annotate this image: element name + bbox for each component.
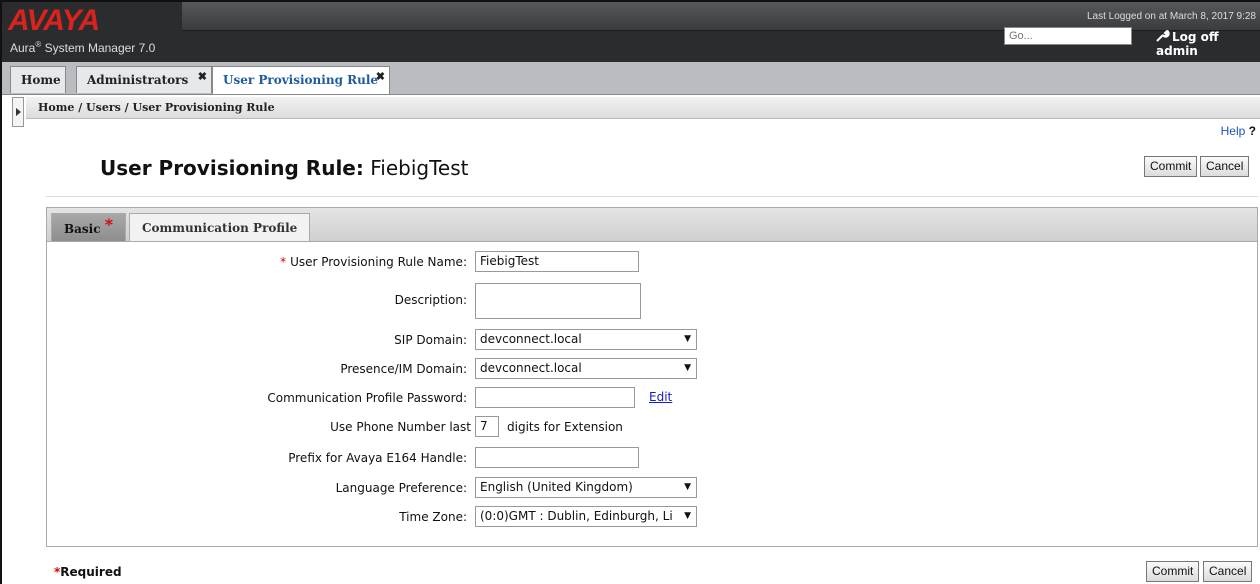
timezone-label: Time Zone:	[399, 510, 467, 524]
timezone-select[interactable]: (0:0)GMT : Dublin, Edinburgh, Li	[475, 506, 697, 527]
divider	[46, 196, 1258, 197]
rule-name-input[interactable]: FiebigTest	[475, 251, 639, 272]
tab-label: User Provisioning Rule	[223, 73, 379, 87]
logoff-button[interactable]: Log off admin	[1156, 29, 1260, 58]
last-login-text: Last Logged on at March 8, 2017 9:28	[1086, 11, 1256, 22]
close-icon[interactable]: ✖	[198, 64, 207, 90]
rule-name-label-text: User Provisioning Rule Name:	[290, 255, 467, 269]
form-row-comm-password: Communication Profile Password: Edit	[47, 387, 1257, 409]
comm-password-input[interactable]	[475, 387, 635, 408]
commit-button-top[interactable]: Commit	[1144, 156, 1198, 177]
form-panel: Basic * Communication Profile * User Prov…	[46, 207, 1258, 547]
breadcrumb: Home / Users / User Provisioning Rule	[26, 97, 1260, 119]
search-input[interactable]	[1004, 27, 1132, 45]
tab-bar: Home Administrators ✖ User Provisioning R…	[2, 62, 1260, 95]
presence-domain-label: Presence/IM Domain:	[340, 362, 467, 376]
tab-user-provisioning-rule[interactable]: User Provisioning Rule ✖	[212, 66, 390, 94]
comm-password-label: Communication Profile Password:	[267, 391, 467, 405]
form-row-sip-domain: SIP Domain: devconnect.local	[47, 329, 1257, 351]
tab-label: Communication Profile	[142, 221, 298, 235]
panel-tab-bar: Basic * Communication Profile	[47, 208, 1257, 242]
tab-basic[interactable]: Basic *	[51, 213, 127, 241]
page-title-label: User Provisioning Rule:	[100, 156, 364, 180]
form-row-phone-digits: Use Phone Number last 7 digits for Exten…	[47, 416, 1257, 438]
tab-communication-profile[interactable]: Communication Profile	[129, 213, 311, 241]
product-name-text: Aura	[10, 41, 36, 55]
rule-name-label: * User Provisioning Rule Name:	[280, 255, 467, 269]
tab-label: Home	[21, 73, 61, 87]
form-row-timezone: Time Zone: (0:0)GMT : Dublin, Edinburgh,…	[47, 506, 1257, 528]
avaya-logo: AVAYA	[8, 4, 100, 37]
cancel-button-top[interactable]: Cancel	[1200, 156, 1250, 177]
language-label: Language Preference:	[335, 481, 467, 495]
required-star: *	[104, 215, 114, 234]
required-note: *Required	[54, 565, 122, 579]
help-link[interactable]: Help ?	[1221, 124, 1256, 138]
sip-domain-label: SIP Domain:	[394, 333, 467, 347]
wrench-icon	[1156, 29, 1170, 42]
help-label: Help	[1220, 124, 1246, 138]
description-textarea[interactable]	[475, 283, 641, 319]
edit-link[interactable]: Edit	[649, 390, 672, 404]
description-label: Description:	[394, 293, 467, 307]
tab-label: Administrators	[87, 73, 189, 87]
phone-digits-input[interactable]: 7	[475, 416, 499, 437]
phone-digits-suffix: digits for Extension	[507, 420, 623, 434]
phone-digits-label: Use Phone Number last	[330, 420, 471, 434]
e164-prefix-label: Prefix for Avaya E164 Handle:	[288, 451, 467, 465]
product-name-rest: System Manager 7.0	[41, 41, 156, 55]
tab-home[interactable]: Home	[10, 66, 66, 93]
sidebar-toggle-button[interactable]	[12, 97, 24, 127]
help-icon: ?	[1248, 124, 1256, 138]
tab-label: Basic	[64, 222, 101, 236]
expand-arrow-icon	[16, 108, 21, 116]
page-title: User Provisioning Rule: FiebigTest	[100, 156, 468, 180]
cancel-button-bottom[interactable]: Cancel	[1203, 561, 1253, 582]
form-row-presence-domain: Presence/IM Domain: devconnect.local	[47, 358, 1257, 380]
language-select[interactable]: English (United Kingdom)	[475, 477, 697, 498]
form-row-rule-name: * User Provisioning Rule Name: FiebigTest	[47, 251, 1257, 273]
required-star: *	[280, 255, 287, 269]
required-label: Required	[60, 565, 122, 579]
form-row-description: Description:	[47, 283, 1257, 319]
product-name: Aura® System Manager 7.0	[10, 40, 155, 55]
form-row-e164-prefix: Prefix for Avaya E164 Handle:	[47, 447, 1257, 469]
sip-domain-select[interactable]: devconnect.local	[475, 329, 697, 350]
page-title-value: FiebigTest	[370, 156, 469, 180]
presence-domain-select[interactable]: devconnect.local	[475, 358, 697, 379]
close-icon[interactable]: ✖	[376, 64, 385, 90]
form-row-language: Language Preference: English (United Kin…	[47, 477, 1257, 499]
e164-prefix-input[interactable]	[475, 447, 639, 468]
tab-administrators[interactable]: Administrators ✖	[76, 66, 212, 93]
commit-button-bottom[interactable]: Commit	[1146, 561, 1200, 582]
